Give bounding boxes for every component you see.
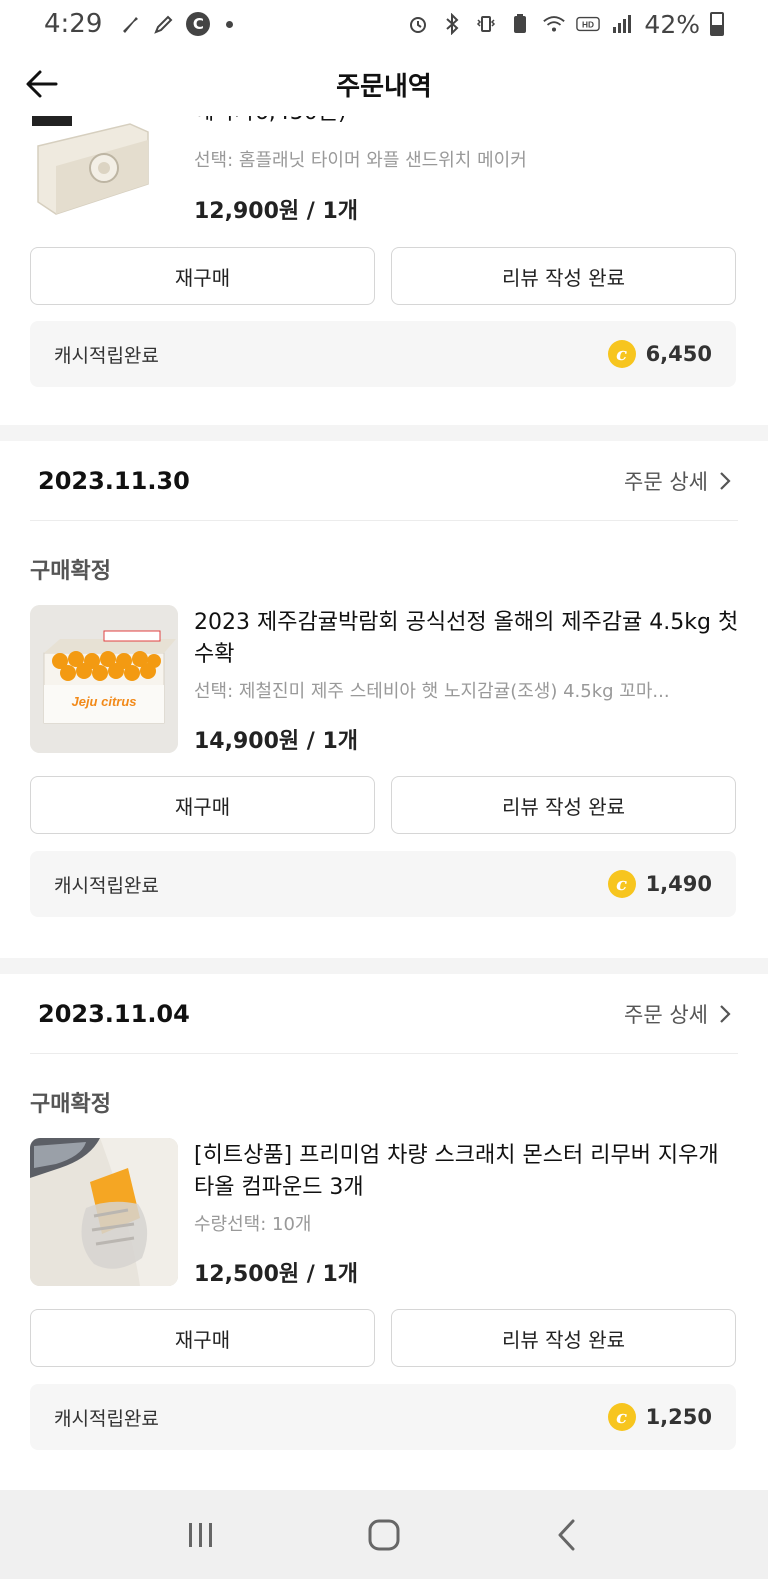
alarm-icon	[406, 12, 430, 36]
recent-apps-button[interactable]	[171, 1505, 231, 1565]
status-right: HD 42%	[406, 10, 724, 39]
c-app-notification-icon: C	[186, 12, 211, 36]
review-done-button[interactable]: 리뷰 작성 완료	[391, 776, 736, 834]
cash-reward-amount: c 6,450	[607, 340, 712, 368]
chevron-right-icon	[720, 471, 731, 490]
back-button[interactable]	[22, 64, 62, 104]
cash-reward-box: 캐시적립완료 c 1,250	[30, 1384, 736, 1450]
page-title: 주문내역	[336, 71, 432, 102]
status-left: 4:29 C	[44, 9, 234, 39]
status-bar: 4:29 C HD 42%	[0, 0, 768, 48]
recent-apps-icon	[189, 1522, 213, 1547]
chevron-right-icon	[720, 1004, 731, 1023]
product-thumbnail[interactable]	[30, 116, 178, 254]
cash-reward-box: 캐시적립완료 c 1,490	[30, 851, 736, 917]
order-detail-label: 주문 상세	[624, 469, 708, 494]
battery-percent: 42%	[644, 9, 700, 39]
product-option: 수량선택: 10개	[194, 1214, 312, 1235]
section-divider	[0, 425, 768, 441]
product-option: 선택: 홈플래닛 타이머 와플 샌드위치 메이커	[194, 150, 527, 171]
order-list[interactable]: 예약가6,450원) 선택: 홈플래닛 타이머 와플 샌드위치 메이커 12,9…	[0, 116, 768, 1490]
cash-reward-amount: c 1,250	[607, 1403, 712, 1431]
order-header: 2023.11.30 주문 상세	[30, 441, 738, 521]
cash-reward-label: 캐시적립완료	[54, 344, 159, 367]
order-status: 구매확정	[30, 1092, 111, 1117]
more-notifications-dot	[226, 20, 234, 28]
status-time: 4:29	[44, 9, 103, 39]
app-header: 주문내역	[0, 52, 768, 116]
system-nav-bar	[0, 1490, 768, 1579]
back-icon	[558, 1519, 575, 1550]
cash-amount-value: 1,490	[645, 872, 712, 896]
product-price: 12,900원 / 1개	[194, 199, 359, 224]
review-done-button[interactable]: 리뷰 작성 완료	[391, 1309, 736, 1367]
cash-reward-amount: c 1,490	[607, 870, 712, 898]
product-title[interactable]: 예약가6,450원)	[194, 116, 740, 130]
system-back-button[interactable]	[537, 1505, 597, 1565]
cash-reward-box: 캐시적립완료 c 6,450	[30, 321, 736, 387]
coin-icon: c	[607, 1403, 636, 1431]
cash-reward-label: 캐시적립완료	[54, 874, 159, 897]
product-price: 14,900원 / 1개	[194, 729, 359, 754]
svg-text:HD: HD	[582, 20, 594, 30]
coin-icon: c	[607, 870, 636, 898]
hd-voice-icon: HD	[576, 12, 601, 36]
rebuy-button[interactable]: 재구매	[30, 1309, 375, 1367]
battery-saver-icon	[508, 12, 532, 36]
rebuy-button[interactable]: 재구매	[30, 776, 375, 834]
product-title[interactable]: 2023 제주감귤박람회 공식선정 올해의 제주감귤 4.5kg 첫수확	[194, 607, 740, 671]
order-detail-label: 주문 상세	[624, 1002, 708, 1027]
home-button[interactable]	[354, 1505, 414, 1565]
arrow-left-icon	[26, 70, 58, 98]
product-price: 12,500원 / 1개	[194, 1262, 359, 1287]
product-thumbnail[interactable]	[30, 1138, 178, 1286]
rebuy-button[interactable]: 재구매	[30, 247, 375, 305]
order-date: 2023.11.04	[38, 999, 190, 1028]
pencil-notification-icon	[152, 12, 176, 36]
section-divider	[0, 958, 768, 974]
svg-text:Jeju citrus: Jeju citrus	[71, 694, 136, 709]
cash-amount-value: 1,250	[645, 1405, 712, 1429]
wifi-icon	[542, 12, 566, 36]
cash-reward-label: 캐시적립완료	[54, 1407, 159, 1430]
vibrate-icon	[474, 12, 498, 36]
order-card: 2023.11.30 주문 상세 구매확정 Jeju citrus 2023 제…	[0, 441, 768, 953]
tool-notification-icon	[118, 12, 142, 36]
product-title[interactable]: [히트상품] 프리미엄 차량 스크래치 몬스터 리무버 지우개 타올 컴파운드 …	[194, 1140, 740, 1204]
order-status: 구매확정	[30, 559, 111, 584]
cash-amount-value: 6,450	[645, 342, 712, 366]
bluetooth-icon	[440, 12, 464, 36]
battery-icon	[710, 12, 724, 36]
coin-icon: c	[607, 340, 636, 368]
order-card: 2023.11.04 주문 상세 구매확정 [히트상품] 프리미엄 차량 스크래…	[0, 974, 768, 1490]
product-thumbnail[interactable]: Jeju citrus	[30, 605, 178, 753]
home-icon	[368, 1519, 400, 1550]
order-card: 예약가6,450원) 선택: 홈플래닛 타이머 와플 샌드위치 메이커 12,9…	[0, 116, 768, 422]
review-done-button[interactable]: 리뷰 작성 완료	[391, 247, 736, 305]
order-date: 2023.11.30	[38, 466, 190, 495]
product-option: 선택: 제철진미 제주 스테비아 햇 노지감귤(조생) 4.5kg 꼬마...	[194, 681, 670, 702]
order-detail-link[interactable]: 주문 상세	[624, 999, 738, 1029]
order-header: 2023.11.04 주문 상세	[30, 974, 738, 1054]
signal-icon	[610, 12, 634, 36]
order-detail-link[interactable]: 주문 상세	[624, 466, 738, 496]
